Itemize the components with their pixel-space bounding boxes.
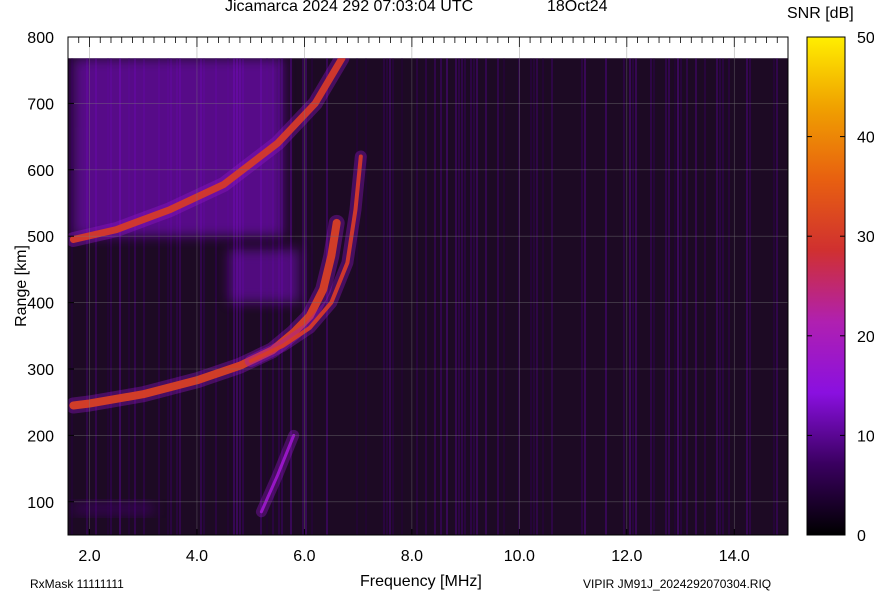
colorbar-tick-label: 40 — [857, 130, 874, 147]
noise-column — [674, 58, 676, 536]
noise-column — [71, 58, 73, 536]
x-tick-label: 8.0 — [401, 548, 423, 565]
noise-column — [650, 58, 652, 536]
noise-column — [719, 58, 721, 536]
noise-column — [665, 58, 667, 536]
colorbar-tick-label: 20 — [857, 329, 874, 346]
x-tick-label: 10.0 — [504, 548, 535, 565]
noise-column — [470, 58, 472, 536]
colorbar-tick-label: 30 — [857, 229, 874, 246]
noise-column — [497, 58, 499, 536]
noise-column — [305, 58, 307, 536]
y-tick-label: 300 — [27, 362, 54, 379]
noise-column — [680, 58, 682, 536]
noise-column — [356, 58, 358, 536]
x-tick-label: 2.0 — [78, 548, 100, 565]
noise-column — [536, 58, 538, 536]
y-tick-label: 600 — [27, 163, 54, 180]
y-tick-label: 700 — [27, 96, 54, 113]
noise-column — [473, 58, 475, 536]
noise-column — [704, 58, 706, 536]
noise-column — [776, 58, 778, 536]
noise-column — [476, 58, 478, 536]
noise-column — [542, 58, 544, 536]
x-tick-label: 12.0 — [611, 548, 642, 565]
noise-column — [383, 58, 385, 536]
noise-column — [434, 58, 436, 536]
colorbar-tick-label: 10 — [857, 428, 874, 445]
noise-column — [458, 58, 460, 536]
noise-column — [485, 58, 487, 536]
noise-column — [455, 58, 457, 536]
noise-column — [416, 58, 418, 536]
noise-column — [773, 58, 775, 536]
echo-patch — [229, 249, 300, 303]
noise-column — [728, 58, 730, 536]
noise-column — [530, 58, 532, 536]
noise-column — [632, 58, 634, 536]
y-tick-label: 100 — [27, 495, 54, 512]
noise-column — [746, 58, 748, 536]
noise-column — [503, 58, 505, 536]
noise-column — [425, 58, 427, 536]
y-tick-label: 500 — [27, 229, 54, 246]
noise-column — [581, 58, 583, 536]
x-tick-label: 6.0 — [293, 548, 315, 565]
noise-column — [461, 58, 463, 536]
noise-column — [386, 58, 388, 536]
noise-column — [629, 58, 631, 536]
noise-column — [605, 58, 607, 536]
noise-column — [518, 58, 520, 536]
noise-column — [533, 58, 535, 536]
noise-column — [722, 58, 724, 536]
noise-column — [392, 58, 394, 536]
x-tick-label: 14.0 — [719, 548, 750, 565]
noise-column — [551, 58, 553, 536]
noise-column — [440, 58, 442, 536]
noise-column — [302, 58, 304, 536]
noise-column — [401, 58, 403, 536]
noise-column — [635, 58, 637, 536]
noise-column — [389, 58, 391, 536]
noise-column — [653, 58, 655, 536]
colorbar-tick-label: 0 — [857, 528, 866, 545]
noise-column — [749, 58, 751, 536]
x-tick-label: 4.0 — [186, 548, 208, 565]
noise-column — [686, 58, 688, 536]
noise-column — [623, 58, 625, 536]
noise-column — [677, 58, 679, 536]
y-tick-label: 200 — [27, 428, 54, 445]
noise-column — [584, 58, 586, 536]
noise-column — [668, 58, 670, 536]
noise-column — [716, 58, 718, 536]
ionogram-chart: 2.0 4.0 6.0 8.0 10.0 12.0 14.01002003004005006… — [27, 30, 874, 565]
noise-column — [695, 58, 697, 536]
colorbar — [806, 36, 846, 536]
y-tick-label: 800 — [27, 30, 54, 47]
echo-patch — [73, 501, 154, 516]
colorbar-tick-label: 50 — [857, 30, 874, 47]
noise-column — [365, 58, 367, 536]
noise-column — [464, 58, 466, 536]
noise-column — [446, 58, 448, 536]
y-tick-label: 400 — [27, 296, 54, 313]
